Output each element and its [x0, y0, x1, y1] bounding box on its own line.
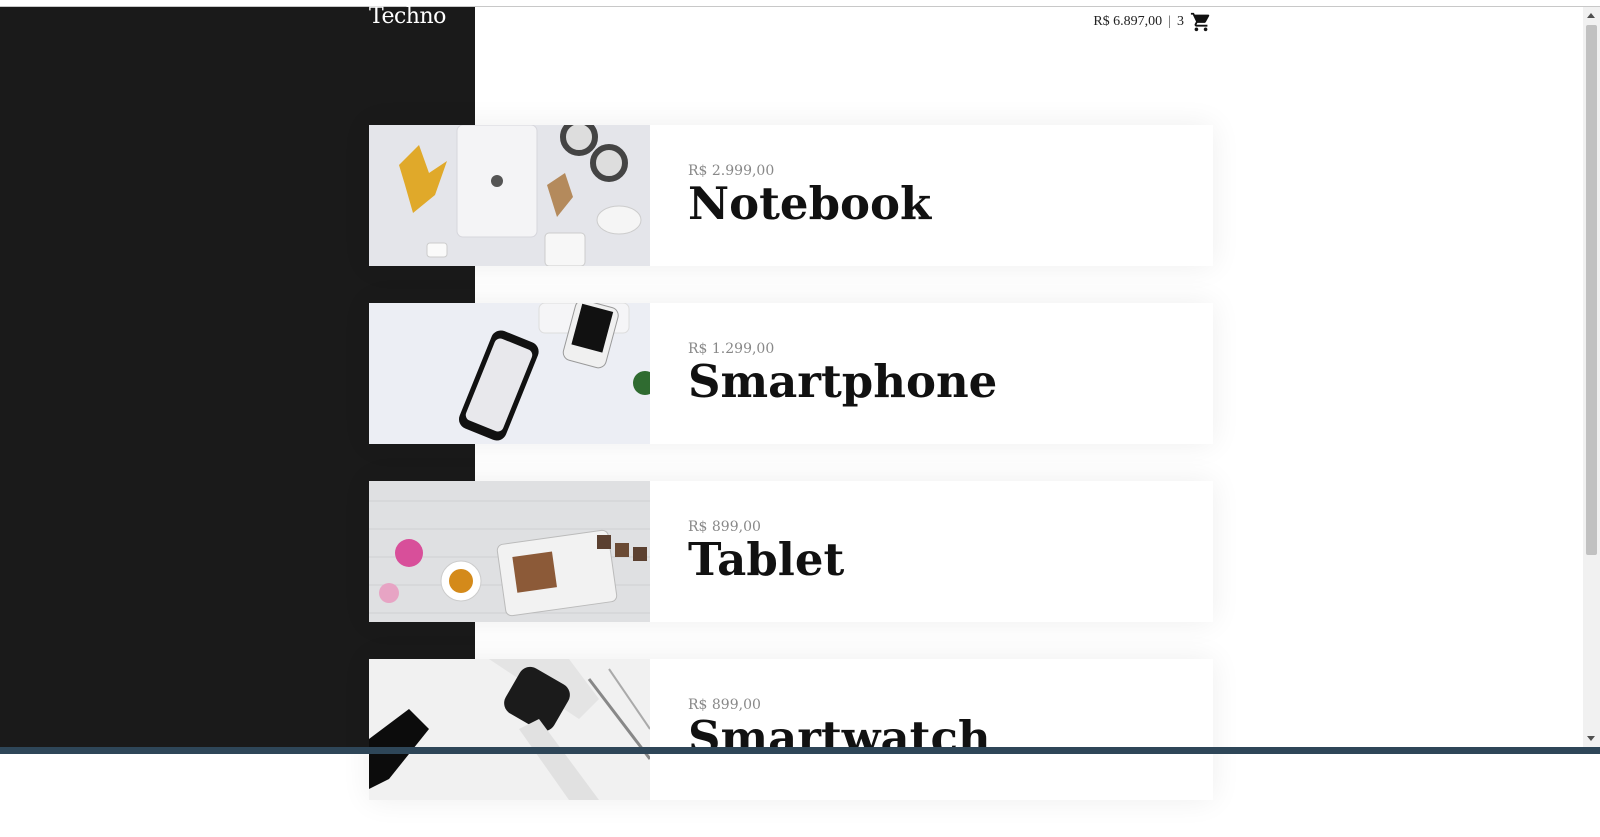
product-name[interactable]: Tablet: [688, 535, 844, 585]
browser-top-border: [0, 0, 1600, 7]
smartphone-image: [369, 303, 650, 444]
product-name[interactable]: Smartphone: [688, 357, 997, 407]
cart-count: 3: [1177, 14, 1184, 29]
shopping-cart-icon[interactable]: [1190, 11, 1212, 33]
product-list: R$ 2.999,00 Notebook R$ 1.299,00 Smartph…: [369, 125, 1213, 837]
scroll-up-arrow-icon[interactable]: [1587, 13, 1595, 18]
product-name[interactable]: Smartwatch: [688, 713, 991, 763]
notebook-image: [369, 125, 650, 266]
scroll-down-arrow-icon[interactable]: [1587, 736, 1595, 741]
cart-summary[interactable]: R$ 6.897,00 | 3: [1093, 10, 1212, 34]
product-name[interactable]: Notebook: [688, 179, 931, 229]
site-logo[interactable]: Techno: [369, 4, 446, 29]
scroll-thumb[interactable]: [1586, 25, 1597, 555]
product-card[interactable]: R$ 899,00 Tablet: [369, 481, 1213, 622]
tablet-image: [369, 481, 650, 622]
product-card[interactable]: R$ 1.299,00 Smartphone: [369, 303, 1213, 444]
smartwatch-image: [369, 659, 650, 800]
product-card[interactable]: R$ 2.999,00 Notebook: [369, 125, 1213, 266]
product-card[interactable]: R$ 899,00 Smartwatch: [369, 659, 1213, 800]
vertical-scrollbar[interactable]: [1583, 7, 1600, 747]
taskbar-strip: [0, 747, 1600, 754]
cart-separator: |: [1168, 14, 1171, 29]
cart-total: R$ 6.897,00: [1093, 14, 1163, 29]
